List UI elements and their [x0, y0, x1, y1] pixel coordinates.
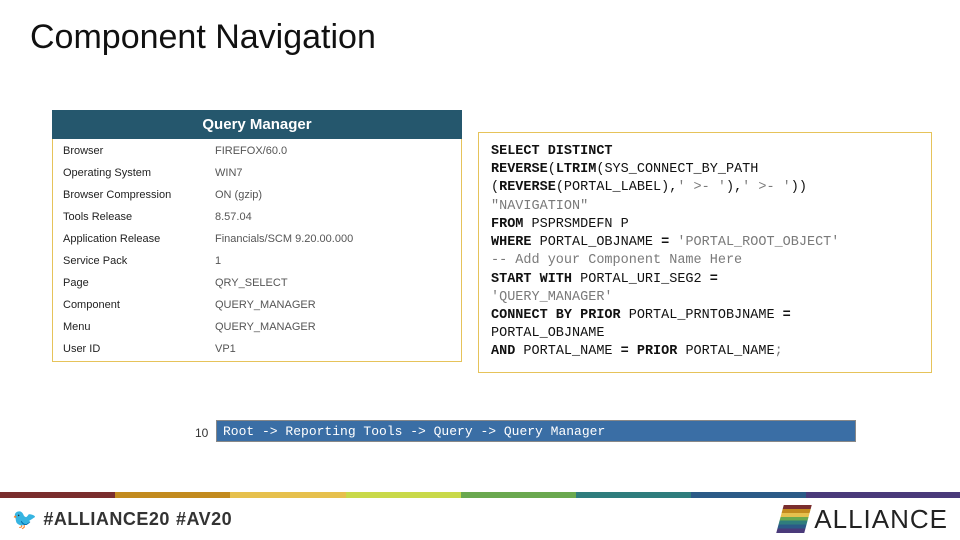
footer-stripe [0, 492, 960, 498]
kw-from: FROM [491, 217, 523, 232]
table-row: ComponentQUERY_MANAGER [55, 295, 459, 315]
kw-ltrim: LTRIM [556, 162, 597, 177]
info-label: Component [55, 295, 205, 315]
info-label: Service Pack [55, 251, 205, 271]
info-label: Operating System [55, 163, 205, 183]
info-label: User ID [55, 339, 205, 359]
table-row: Operating SystemWIN7 [55, 163, 459, 183]
left-panel: Query Manager BrowserFIREFOX/60.0Operati… [52, 110, 462, 362]
info-table: BrowserFIREFOX/60.0Operating SystemWIN7B… [52, 139, 462, 362]
alliance-logo-text: ALLIANCE [814, 504, 948, 535]
result-row-number: 10 [195, 426, 208, 440]
info-value: 1 [207, 251, 459, 271]
kw-reverse1: REVERSE [491, 162, 548, 177]
table-row: Tools Release8.57.04 [55, 207, 459, 227]
info-value: 8.57.04 [207, 207, 459, 227]
table-row: MenuQUERY_MANAGER [55, 317, 459, 337]
footer: 🐦 #ALLIANCE20 #AV20 ALLIANCE [0, 492, 960, 540]
kw-select: SELECT DISTINCT [491, 144, 613, 159]
table-row: PageQRY_SELECT [55, 273, 459, 293]
info-label: Tools Release [55, 207, 205, 227]
hashtag-2: #AV20 [176, 509, 232, 530]
info-value: QRY_SELECT [207, 273, 459, 293]
table-row: Service Pack1 [55, 251, 459, 271]
footer-hashtags: 🐦 #ALLIANCE20 #AV20 [12, 507, 232, 532]
info-value: QUERY_MANAGER [207, 295, 459, 315]
info-value: ON (gzip) [207, 185, 459, 205]
info-label: Menu [55, 317, 205, 337]
table-row: User IDVP1 [55, 339, 459, 359]
sql-literal: 'QUERY_MANAGER' [491, 290, 613, 305]
kw-where: WHERE [491, 235, 532, 250]
info-value: QUERY_MANAGER [207, 317, 459, 337]
table-row: Browser CompressionON (gzip) [55, 185, 459, 205]
info-label: Application Release [55, 229, 205, 249]
info-label: Browser [55, 141, 205, 161]
col-alias: "NAVIGATION" [491, 199, 588, 214]
info-label: Browser Compression [55, 185, 205, 205]
info-value: FIREFOX/60.0 [207, 141, 459, 161]
kw-connectby: CONNECT BY PRIOR [491, 308, 621, 323]
slide: Component Navigation Query Manager Brows… [0, 0, 960, 540]
info-value: WIN7 [207, 163, 459, 183]
alliance-logo-mark-icon [777, 505, 813, 533]
page-title: Component Navigation [30, 18, 376, 57]
alliance-logo: ALLIANCE [780, 504, 948, 535]
twitter-icon: 🐦 [12, 507, 37, 532]
navigation-result: Root -> Reporting Tools -> Query -> Quer… [216, 420, 856, 442]
sql-code-block: SELECT DISTINCT REVERSE(LTRIM(SYS_CONNEC… [478, 132, 932, 373]
sql-comment: -- Add your Component Name Here [491, 253, 742, 268]
kw-reverse2: REVERSE [499, 180, 556, 195]
hashtag-1: #ALLIANCE20 [43, 509, 170, 530]
info-value: Financials/SCM 9.20.00.000 [207, 229, 459, 249]
info-value: VP1 [207, 339, 459, 359]
info-label: Page [55, 273, 205, 293]
table-row: Application ReleaseFinancials/SCM 9.20.0… [55, 229, 459, 249]
panel-banner: Query Manager [52, 110, 462, 139]
kw-and: AND [491, 344, 515, 359]
kw-startwith: START WITH [491, 272, 572, 287]
table-row: BrowserFIREFOX/60.0 [55, 141, 459, 161]
